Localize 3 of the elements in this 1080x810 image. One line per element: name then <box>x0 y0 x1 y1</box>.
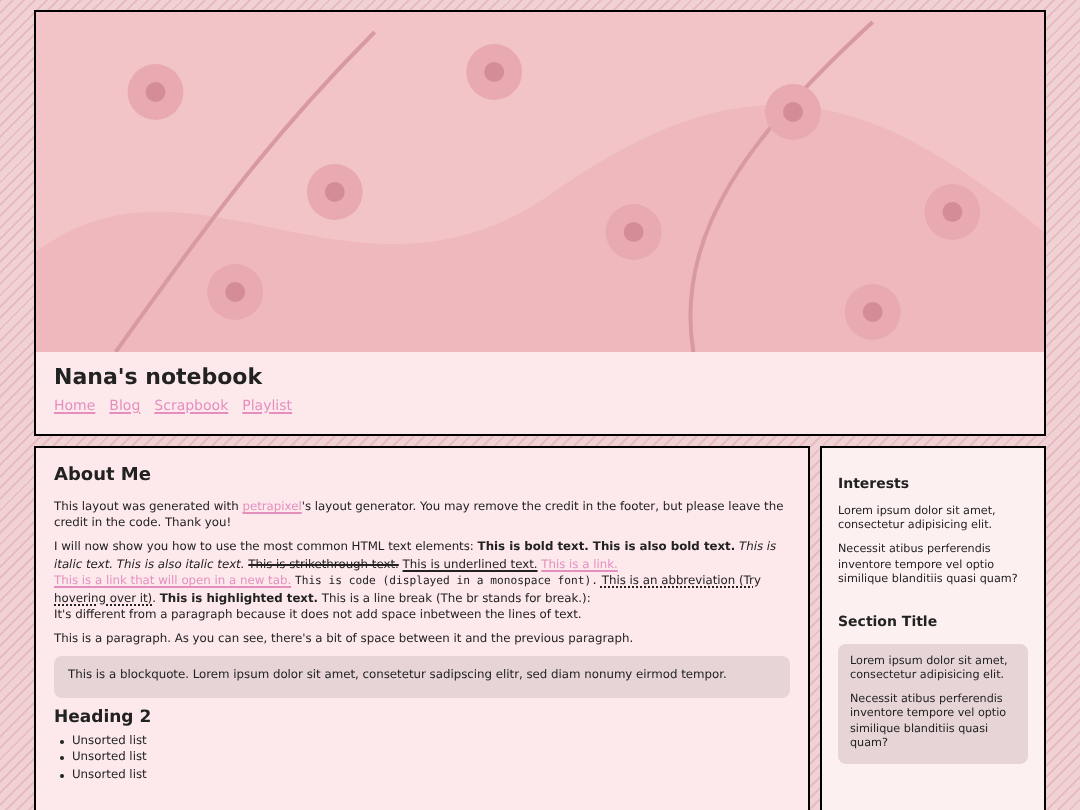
section-heading: About Me <box>54 464 153 491</box>
subheading: Heading 2 <box>54 706 154 733</box>
site-title: Nana's notebook <box>54 364 265 392</box>
